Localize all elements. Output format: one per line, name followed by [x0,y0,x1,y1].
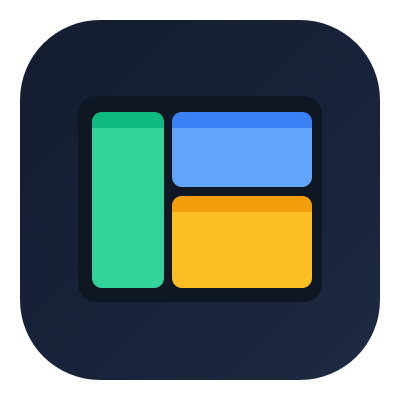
app-icon-canvas [0,0,400,400]
green-panel-header [92,112,164,128]
blue-panel-header [172,112,312,128]
yellow-panel-header [172,196,312,212]
green-panel [92,112,164,288]
yellow-panel [172,196,312,288]
blue-panel [172,112,312,187]
